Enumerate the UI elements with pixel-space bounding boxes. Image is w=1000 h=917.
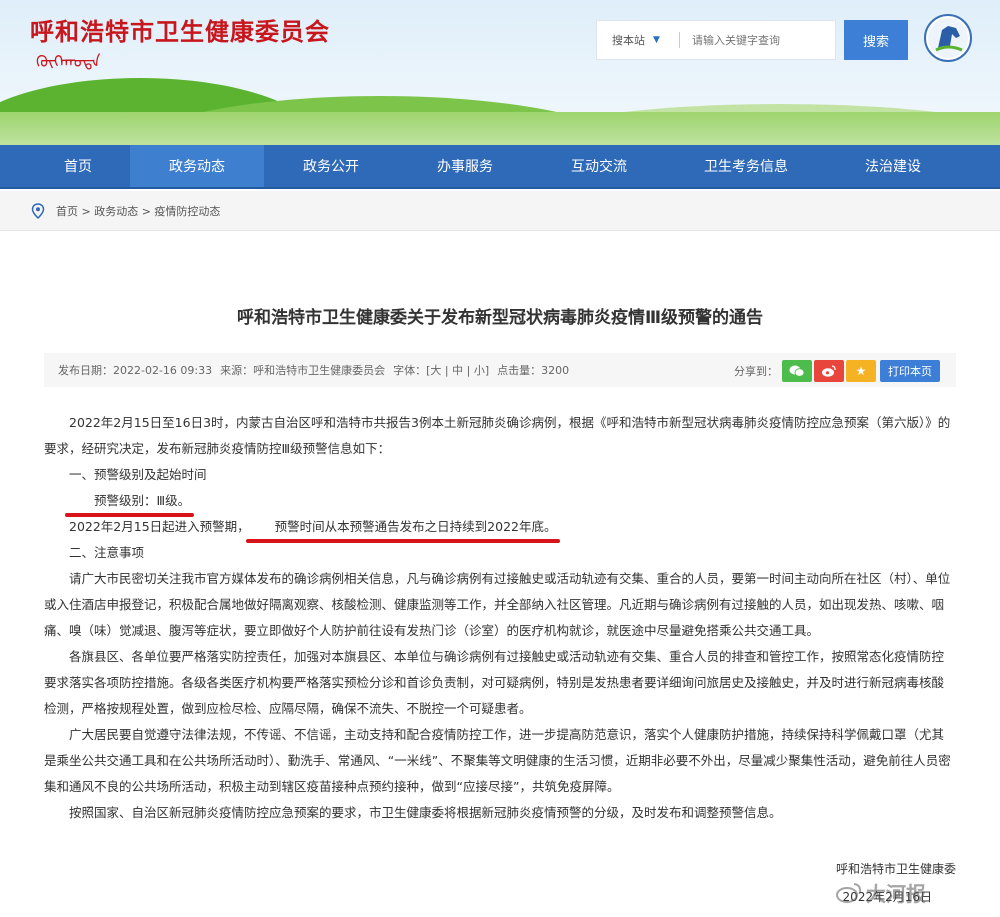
header-grass	[0, 112, 1000, 145]
search-scope-select[interactable]: 搜本站 ▼	[597, 32, 679, 48]
paragraph: 请广大市民密切关注我市官方媒体发布的确诊病例相关信息，凡与确诊病例有过接触史或活…	[44, 571, 951, 638]
weibo-share-button[interactable]	[814, 360, 844, 382]
nav-item-exam-info[interactable]: 卫生考务信息	[666, 145, 826, 187]
warning-level-highlight: 预警级别：Ⅲ级。	[64, 488, 195, 517]
search-box: 搜本站 ▼	[596, 20, 836, 60]
search-button[interactable]: 搜索	[844, 20, 908, 60]
article-title: 呼和浩特市卫生健康委关于发布新型冠状病毒肺炎疫情Ⅲ级预警的通告	[236, 308, 764, 328]
breadcrumb-text[interactable]: 首页 > 政务动态 > 疫情防控动态	[56, 203, 220, 219]
nav-item-services[interactable]: 办事服务	[398, 145, 532, 187]
section-heading: 一、预警级别及起始时间	[69, 467, 207, 482]
watermark-text: 大河报	[866, 882, 926, 906]
warning-period-line: 2022年2月15日起进入预警期， 预警时间从本预警通告发布之日持续到2022年底…	[44, 514, 956, 543]
paragraph: 各旗县区、各单位要严格落实防控责任，加强对本旗县区、本单位与确诊病例有过接触史或…	[44, 649, 945, 716]
favorite-share-button[interactable]: ★	[846, 360, 876, 382]
article-sign-date: 2022年2月16日	[842, 890, 932, 904]
location-pin-icon	[31, 202, 45, 219]
warning-level-line: 预警级别：Ⅲ级。	[44, 488, 956, 517]
nav-item-public-info[interactable]: 政务公开	[264, 145, 398, 187]
click-count: 点击量：3200	[497, 364, 570, 377]
article-signature: 呼和浩特市卫生健康委	[835, 862, 956, 876]
share-label: 分享到：	[734, 365, 778, 378]
search-divider	[679, 32, 680, 48]
site-title: 呼和浩特市卫生健康委员会	[30, 18, 330, 46]
search-scope-label: 搜本站	[612, 34, 645, 47]
paragraph: 2022年2月15日至16日3时，内蒙古自治区呼和浩特市共报告3例本土新冠肺炎确…	[44, 415, 951, 456]
search-input[interactable]	[692, 33, 832, 47]
main-nav: 首页 政务动态 政务公开 办事服务 互动交流 卫生考务信息 法治建设	[0, 145, 1000, 189]
wechat-share-button[interactable]	[782, 360, 812, 382]
chevron-down-icon: ▼	[653, 35, 660, 45]
warning-duration-highlight: 预警时间从本预警通告发布之日持续到2022年底。	[245, 514, 561, 543]
emblem-logo[interactable]	[924, 14, 972, 62]
site-subtitle-mongolian: ᠬᠥᠬᠡᠬᠣᠲᠠ	[36, 52, 101, 71]
wechat-icon	[789, 365, 805, 377]
weibo-watermark-icon	[836, 882, 862, 903]
nav-item-legal[interactable]: 法治建设	[826, 145, 960, 187]
horse-logo-icon	[928, 18, 968, 58]
section-heading: 二、注意事项	[69, 545, 145, 560]
weibo-icon	[822, 365, 836, 377]
warning-start-text: 2022年2月15日起进入预警期，	[69, 519, 250, 534]
article-source: 来源：呼和浩特市卫生健康委员会	[220, 364, 386, 377]
star-icon: ★	[855, 364, 867, 378]
breadcrumb: 首页 > 政务动态 > 疫情防控动态	[0, 191, 1000, 231]
publish-date: 发布日期：2022-02-16 09:33	[58, 364, 213, 377]
watermark: 大河报	[836, 878, 926, 907]
print-button[interactable]: 打印本页	[880, 360, 940, 382]
paragraph: 按照国家、自治区新冠肺炎疫情防控应急预案的要求，市卫生健康委将根据新冠肺炎疫情预…	[69, 805, 782, 820]
site-header: 呼和浩特市卫生健康委员会 ᠬᠥᠬᠡᠬᠣᠲᠠ 搜本站 ▼ 搜索	[0, 0, 1000, 145]
paragraph: 广大居民要自觉遵守法律法规，不传谣、不信谣，主动支持和配合疫情防控工作，进一步提…	[44, 727, 951, 794]
article-body: 2022年2月15日至16日3时，内蒙古自治区呼和浩特市共报告3例本土新冠肺炎确…	[44, 410, 956, 826]
nav-item-home[interactable]: 首页	[28, 145, 128, 187]
font-size-selector[interactable]: 字体：[大 | 中 | 小]	[393, 362, 489, 378]
nav-item-news[interactable]: 政务动态	[130, 145, 264, 187]
nav-item-interaction[interactable]: 互动交流	[532, 145, 666, 187]
